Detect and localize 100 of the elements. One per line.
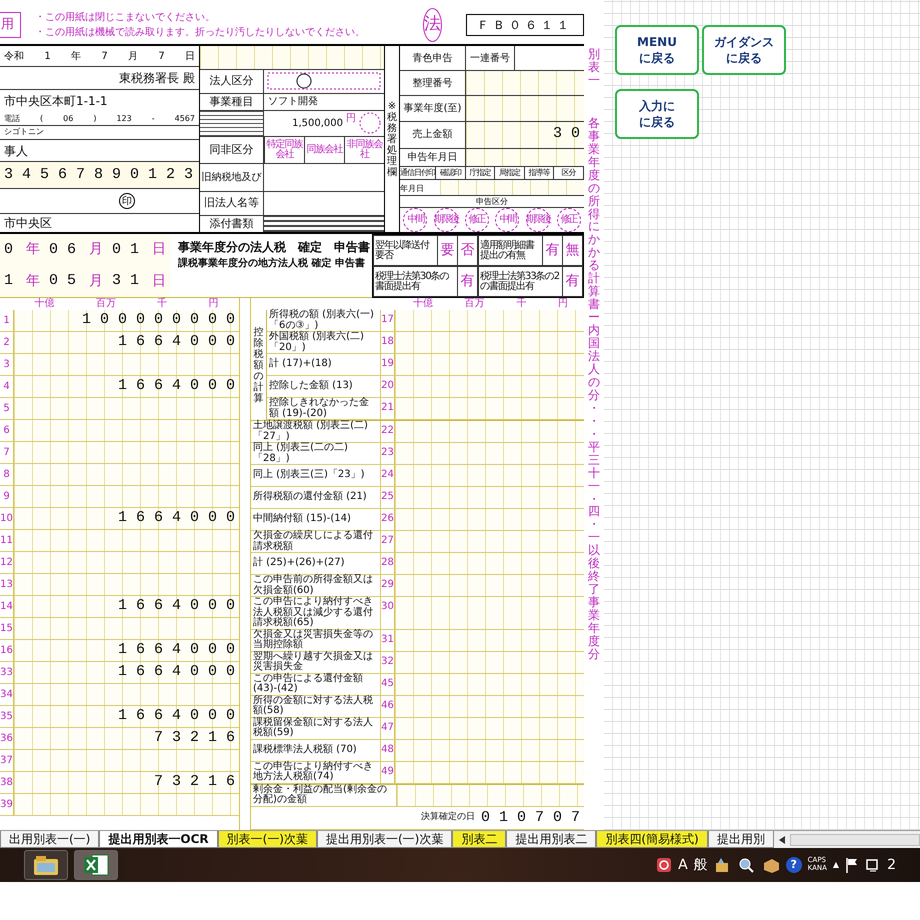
filing-type-mark: 修正 [464, 208, 489, 232]
row-label: 控除しきれなかった金額 (19)-(20) [267, 398, 381, 419]
spreadsheet-app-icon [83, 853, 109, 877]
date-text: 年 [71, 50, 81, 64]
field-label: 法人区分 [200, 70, 264, 93]
phone-text: 4567 [174, 112, 195, 125]
row-label: 計 (25)+(26)+(27) [251, 553, 381, 574]
company-name: 事人 [4, 142, 28, 160]
date-text: 7 [101, 50, 108, 64]
date-text: 令和 [4, 50, 24, 64]
field-label: 同非区分 [200, 136, 264, 164]
sheet-tab[interactable]: 提出用別表一(一)次葉 [317, 831, 452, 848]
phone-text: ) [93, 112, 96, 125]
amount-value: 1664000 [118, 706, 244, 726]
settlement-date: 010707 [480, 808, 589, 828]
form-number-label: 別表一 [588, 48, 600, 87]
back-button[interactable]: 入力に に戻る [615, 89, 699, 139]
phone-text: 123 [116, 112, 132, 125]
family-option-text: 特定同族会社 [264, 136, 304, 164]
flag-option: 否 [457, 236, 477, 265]
row-label: この申告により納付すべき法人税額又は減少する還付請求税額(65) [251, 597, 381, 628]
period-date-text: 05 [48, 271, 85, 291]
sheet-tab[interactable]: 別表四(簡易様式) [596, 831, 708, 848]
notice-text: ・この用紙は閉じこまないでください。 [35, 11, 216, 25]
form-subtitle: 課税事業年度分の地方法人税 確定 申告書 [178, 256, 366, 271]
horizontal-scrollbar[interactable] [790, 834, 920, 846]
period-date-text: 月 [88, 240, 103, 260]
explorer-taskbar-button[interactable] [24, 850, 68, 880]
sheet-tab[interactable]: 別表一(一)次葉 [218, 831, 317, 848]
serial-label: 一連番号 [466, 46, 515, 70]
row-label: 計 (17)+(18) [267, 354, 381, 375]
period-date-text: 31 [112, 271, 148, 291]
address-text: 市中央区本町1-1-1 [4, 93, 108, 110]
date-text: 7 [158, 50, 165, 64]
unit-label: 円 [558, 298, 568, 310]
sheet-tab[interactable]: 提出用別 [708, 831, 774, 848]
row-label: 所得の金額に対する法人税額(58) [251, 696, 381, 716]
business-type-text: ソフト開発 [267, 94, 318, 109]
row-label: 所得税額の還付金額 (21) [251, 487, 381, 508]
back-button[interactable]: ガイダンス に戻る [702, 25, 786, 75]
ime-box-icon [762, 857, 780, 873]
flag-label: 税理士法第30条の書面提出有 [374, 272, 450, 292]
stamp-column-label: 確認印 [436, 166, 466, 179]
scroll-left-icon [778, 834, 786, 844]
row-label: 同上 (別表三(二の二)「28」) [251, 443, 381, 464]
tax-office-text: 東税務署長 殿 [119, 70, 195, 87]
filing-type-mark: 期限後 [526, 208, 550, 232]
furigana-text: シゴトニン [4, 126, 44, 138]
show-hidden-icons-button[interactable]: ▲ [832, 859, 840, 871]
period-date-text: 01 [112, 240, 148, 260]
filing-type-mark: 中間 [403, 208, 428, 232]
date-text: 1 [44, 50, 51, 64]
stamp-column-label: 指導等 [524, 166, 554, 179]
filing-type-mark: 期限後 [434, 208, 458, 232]
amount-value: 1664000 [118, 596, 244, 616]
row-label: 控除した金額 (13) [267, 376, 381, 397]
sales-amount: 30 [552, 125, 589, 143]
form-mark: 法 [423, 8, 442, 42]
sheet-tab[interactable]: 提出用別表一OCR [99, 831, 218, 848]
date-label: 年月日 [400, 182, 425, 195]
ime-indicator[interactable]: A [678, 854, 688, 876]
ime-indicator[interactable]: 般 [694, 854, 708, 876]
amount-value: 100000000 [82, 310, 244, 330]
period-date-text: 月 [88, 272, 103, 291]
help-icon[interactable]: ? [786, 857, 802, 873]
stamp-column-label: 庁指定 [466, 166, 496, 179]
unit-label: 円 [208, 298, 218, 310]
amount-value: 1664000 [118, 662, 244, 682]
period-date-text: 日 [152, 240, 166, 260]
amount-value: 1664000 [118, 508, 244, 528]
flag-icon [845, 857, 860, 873]
flag-label: 税理士法第33条の2の書面提出有 [479, 272, 560, 292]
sheet-tab[interactable]: 別表二 [452, 831, 506, 848]
filing-type-mark: 中間 [495, 208, 520, 232]
row-label: 課税留保金額に対する法人税額(59) [251, 718, 381, 738]
sheet-tab[interactable]: 出用別表一(一) [0, 831, 100, 848]
form-usage-label: 用 [0, 12, 21, 38]
sheet-tab[interactable]: 提出用別表二 [506, 831, 596, 848]
unit-label: 百万 [96, 298, 116, 310]
field-label: 青色申告 [400, 46, 466, 70]
row-label: この申告前の所得金額又は欠損金額(60) [251, 575, 381, 596]
notice-text: ・この用紙は機械で読み取ります。折ったり汚したりしないでください。 [35, 26, 365, 40]
period-date-text: 日 [152, 272, 166, 291]
filing-type-mark: 修正 [556, 208, 581, 232]
group-label: 控除税額の計算 [254, 326, 264, 404]
settlement-label: 決算確定の日 [420, 811, 475, 824]
folder-icon [33, 854, 59, 876]
excel-taskbar-button[interactable] [74, 850, 118, 880]
period-date-text: 1 [4, 271, 22, 291]
office-use-label: ※税務署処理欄 [387, 100, 397, 178]
back-button[interactable]: MENU に戻る [615, 25, 699, 75]
clock-text: 2 [887, 856, 896, 874]
unit-label: 十億 [34, 298, 55, 310]
flag-option: 要 [437, 236, 457, 265]
phone-text: ( [40, 112, 44, 125]
ime-search-icon [738, 857, 756, 873]
unit-label: 百万 [464, 298, 485, 310]
row-label: 所得税の額 (別表六(一)「6の③」) [267, 310, 381, 331]
row-label: 同上 (別表三(三)「23」) [251, 465, 381, 486]
representative-address: 市中央区 [4, 214, 52, 232]
